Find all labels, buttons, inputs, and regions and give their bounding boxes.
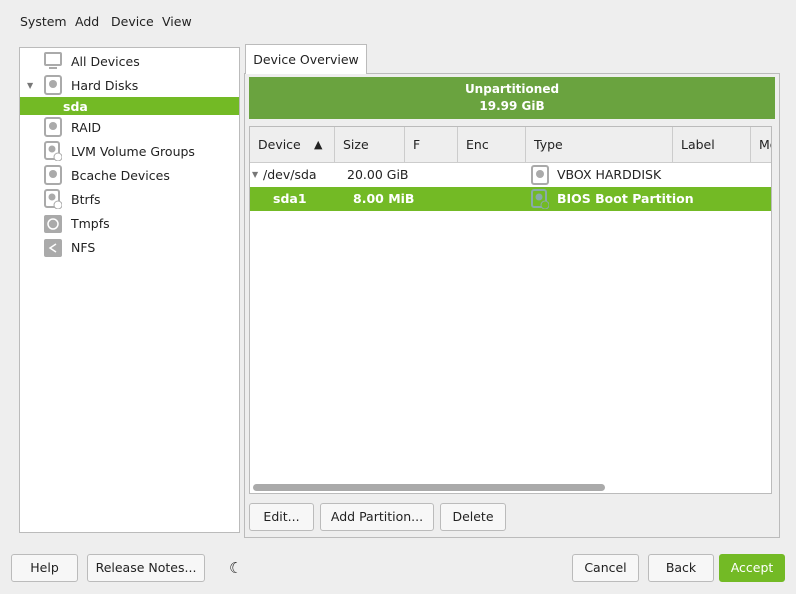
bar-size: 19.99 GiB [479, 99, 545, 113]
raid-icon [44, 117, 62, 137]
column-header-f[interactable]: F [405, 127, 458, 163]
release-notes-button[interactable]: Release Notes... [87, 554, 205, 582]
expand-arrow-icon[interactable]: ▼ [27, 81, 33, 90]
bar-title: Unpartitioned [464, 82, 560, 96]
btrfs-icon [44, 189, 62, 209]
menu-view[interactable]: View [162, 14, 192, 29]
table-row-selected[interactable]: sda1 8.00 MiB BIOS Boot Partition [250, 187, 771, 211]
tree-item-btrfs[interactable]: Btrfs [20, 188, 239, 210]
column-header-label[interactable]: Label [673, 127, 751, 163]
nfs-icon [44, 239, 62, 257]
tree-item-raid[interactable]: RAID [20, 116, 239, 138]
back-button[interactable]: Back [648, 554, 714, 582]
device-table: Device▲ Size F Enc Type Label Mo ▼ /dev/… [249, 126, 772, 494]
partition-icon [531, 189, 549, 209]
cancel-button[interactable]: Cancel [572, 554, 639, 582]
help-button[interactable]: Help [11, 554, 78, 582]
tree-item-sda[interactable]: sda [20, 97, 239, 115]
lvm-icon [44, 141, 62, 161]
tmpfs-icon [44, 215, 62, 233]
delete-button[interactable]: Delete [440, 503, 506, 531]
bcache-icon [44, 165, 62, 185]
monitor-icon [44, 52, 62, 69]
tree-item-bcache[interactable]: Bcache Devices [20, 164, 239, 186]
moon-icon[interactable]: ☾ [229, 559, 242, 577]
table-row[interactable]: ▼ /dev/sda 20.00 GiB VBOX HARDDISK [250, 163, 771, 187]
harddisk-icon [531, 165, 549, 185]
column-header-type[interactable]: Type [526, 127, 673, 163]
partition-bar-unpartitioned[interactable]: Unpartitioned 19.99 GiB [249, 77, 775, 119]
tab-device-overview[interactable]: Device Overview [245, 44, 367, 74]
horizontal-scrollbar[interactable] [253, 484, 605, 491]
edit-button[interactable]: Edit... [249, 503, 314, 531]
add-partition-button[interactable]: Add Partition... [320, 503, 434, 531]
accept-button[interactable]: Accept [719, 554, 785, 582]
tree-item-all-devices[interactable]: All Devices [20, 50, 239, 72]
tree-item-hard-disks[interactable]: ▼ Hard Disks [20, 74, 239, 96]
tree-item-tmpfs[interactable]: Tmpfs [20, 212, 239, 234]
column-header-enc[interactable]: Enc [458, 127, 526, 163]
menu-device[interactable]: Device [111, 14, 154, 29]
menu-add[interactable]: Add [75, 14, 99, 29]
menu-system[interactable]: System [20, 14, 67, 29]
column-header-size[interactable]: Size [335, 127, 405, 163]
sort-ascending-icon: ▲ [314, 138, 323, 151]
tree-item-nfs[interactable]: NFS [20, 236, 239, 258]
column-header-mount[interactable]: Mo [751, 127, 771, 163]
tree-item-lvm[interactable]: LVM Volume Groups [20, 140, 239, 162]
column-header-device[interactable]: Device ▲ [250, 127, 335, 163]
harddisk-icon [44, 75, 62, 95]
device-tree: All Devices ▼ Hard Disks sda RAID LVM Vol… [19, 47, 240, 533]
expand-arrow-icon[interactable]: ▼ [252, 163, 258, 187]
